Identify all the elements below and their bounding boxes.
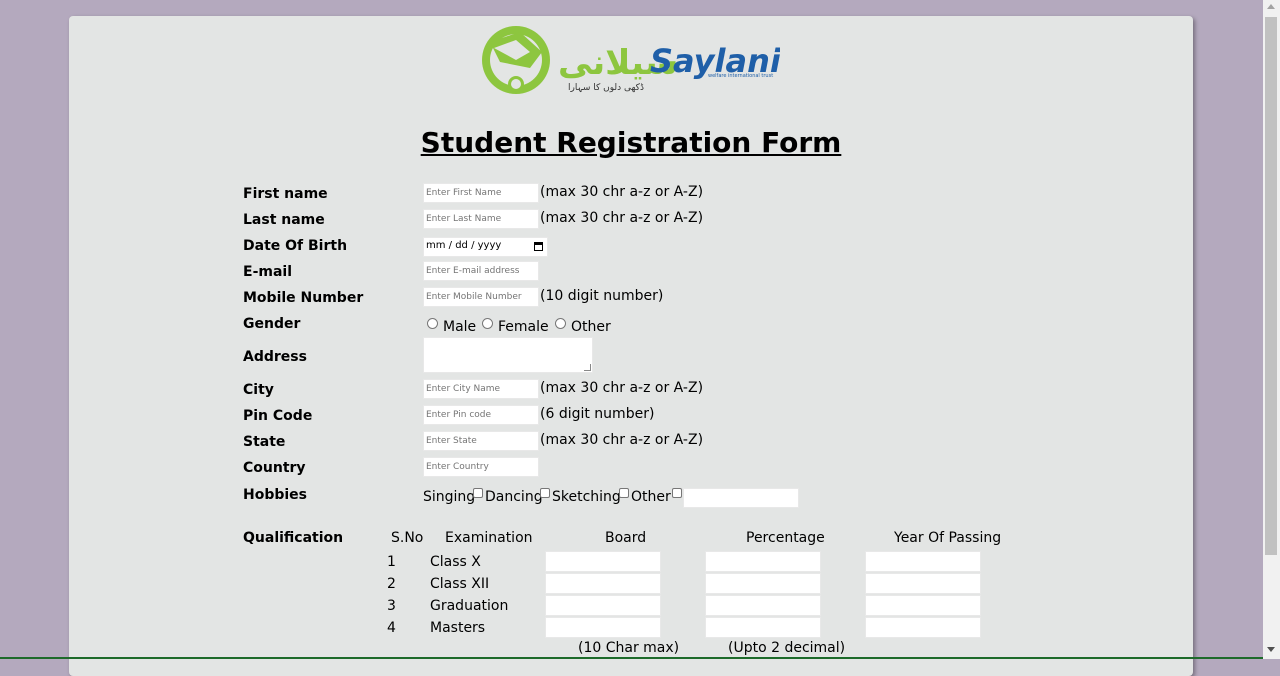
gender-other-label: Other: [571, 319, 611, 335]
pin-hint: (6 digit number): [540, 406, 655, 422]
dob-label: Date Of Birth: [243, 238, 348, 254]
gender-male-label: Male: [443, 319, 477, 335]
col-examination-header: Examination: [445, 530, 533, 546]
vertical-scrollbar[interactable]: [1263, 0, 1280, 659]
col-year-header: Year Of Passing: [894, 530, 1002, 546]
last-name-input[interactable]: [423, 209, 539, 229]
row-percentage-input[interactable]: [705, 573, 821, 594]
dob-value: mm / dd / yyyy: [426, 240, 502, 251]
city-label: City: [243, 382, 274, 398]
percentage-note: (Upto 2 decimal): [728, 640, 846, 656]
row-sno: 3: [387, 598, 396, 614]
dob-date-input[interactable]: mm / dd / yyyy: [423, 237, 548, 257]
state-input[interactable]: [423, 431, 539, 451]
hobby-sketching-checkbox[interactable]: [619, 488, 629, 498]
svg-text:ڈکھی دلوں کا سہارا: ڈکھی دلوں کا سہارا: [568, 83, 644, 93]
hobby-other-label: Other: [631, 489, 671, 505]
row-exam: Graduation: [430, 598, 509, 614]
row-board-input[interactable]: [545, 617, 661, 638]
hobby-singing-label: Singing: [423, 489, 476, 505]
hobby-sketching-label: Sketching: [552, 489, 621, 505]
last-name-hint: (max 30 chr a-z or A-Z): [540, 210, 704, 226]
scroll-up-arrow-icon[interactable]: [1267, 4, 1275, 9]
scroll-down-arrow-icon[interactable]: [1267, 647, 1275, 652]
country-label: Country: [243, 460, 306, 476]
gender-female-label: Female: [498, 319, 549, 335]
first-name-label: First name: [243, 186, 328, 202]
mobile-hint: (10 digit number): [540, 288, 664, 304]
row-exam: Class X: [430, 554, 481, 570]
first-name-hint: (max 30 chr a-z or A-Z): [540, 184, 704, 200]
row-year-input[interactable]: [865, 617, 981, 638]
hobby-other-checkbox[interactable]: [672, 488, 682, 498]
hobby-other-input[interactable]: [683, 488, 799, 508]
pin-input[interactable]: [423, 405, 539, 425]
svg-text:welfare international trust: welfare international trust: [708, 73, 773, 79]
board-note: (10 Char max): [578, 640, 680, 656]
resize-grip-icon[interactable]: [584, 364, 591, 371]
page-title: Student Registration Form: [420, 126, 842, 159]
pin-label: Pin Code: [243, 408, 313, 424]
hobby-singing-checkbox[interactable]: [473, 488, 483, 498]
mobile-input[interactable]: [423, 287, 539, 307]
row-year-input[interactable]: [865, 573, 981, 594]
hobbies-label: Hobbies: [243, 487, 308, 503]
gender-female-radio[interactable]: [482, 318, 493, 329]
row-sno: 1: [387, 554, 396, 570]
hobby-dancing-checkbox[interactable]: [540, 488, 550, 498]
row-year-input[interactable]: [865, 551, 981, 572]
row-board-input[interactable]: [545, 595, 661, 616]
email-input[interactable]: [423, 261, 539, 281]
row-exam: Class XII: [430, 576, 490, 592]
hobby-dancing-label: Dancing: [485, 489, 543, 505]
row-year-input[interactable]: [865, 595, 981, 616]
saylani-logo: سیلانی Saylani welfare international tru…: [480, 22, 782, 98]
col-board-header: Board: [605, 530, 647, 546]
row-percentage-input[interactable]: [705, 595, 821, 616]
row-board-input[interactable]: [545, 573, 661, 594]
address-textarea[interactable]: [423, 337, 593, 373]
row-sno: 2: [387, 576, 396, 592]
row-percentage-input[interactable]: [705, 617, 821, 638]
scrollbar-thumb[interactable]: [1265, 17, 1277, 555]
address-label: Address: [243, 349, 307, 365]
email-label: E-mail: [243, 264, 293, 280]
first-name-input[interactable]: [423, 183, 539, 203]
gender-other-radio[interactable]: [555, 318, 566, 329]
row-exam: Masters: [430, 620, 486, 636]
gender-label: Gender: [243, 316, 301, 332]
mobile-label: Mobile Number: [243, 290, 364, 306]
row-percentage-input[interactable]: [705, 551, 821, 572]
last-name-label: Last name: [243, 212, 325, 228]
country-input[interactable]: [423, 457, 539, 477]
gender-male-radio[interactable]: [427, 318, 438, 329]
qualification-label: Qualification: [243, 530, 344, 546]
col-sno-header: S.No: [391, 530, 424, 546]
state-label: State: [243, 434, 286, 450]
row-board-input[interactable]: [545, 551, 661, 572]
city-input[interactable]: [423, 379, 539, 399]
col-percentage-header: Percentage: [746, 530, 825, 546]
state-hint: (max 30 chr a-z or A-Z): [540, 432, 704, 448]
calendar-icon[interactable]: [534, 242, 543, 251]
row-sno: 4: [387, 620, 396, 636]
city-hint: (max 30 chr a-z or A-Z): [540, 380, 704, 396]
